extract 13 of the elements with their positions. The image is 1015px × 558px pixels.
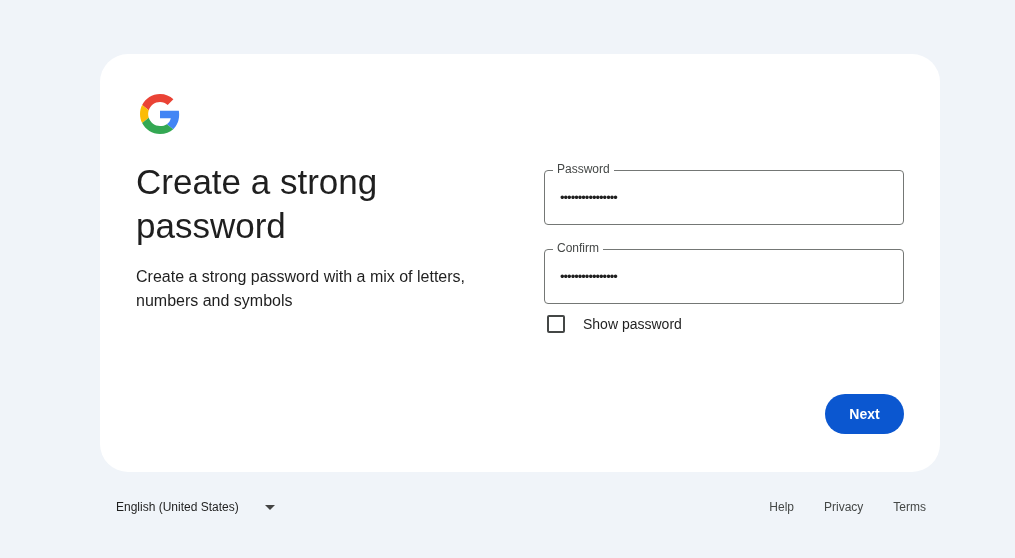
page-heading: Create a strong password (136, 161, 379, 247)
field-label: Confirm (553, 241, 603, 255)
checkbox-label: Show password (583, 316, 682, 332)
field-label: Password (553, 162, 614, 176)
checkbox[interactable] (547, 315, 565, 333)
language-select[interactable]: English (United States) (116, 496, 275, 518)
footer-link[interactable]: Help (769, 500, 794, 514)
next-button[interactable]: Next (825, 394, 904, 434)
footer-link[interactable]: Terms (893, 500, 926, 514)
description-text: Create a strong password with a mix of letters, numbers and symbols (136, 267, 467, 311)
google-logo-icon (140, 94, 180, 134)
caret-icon (264, 504, 275, 510)
footer-link[interactable]: Privacy (824, 500, 864, 514)
